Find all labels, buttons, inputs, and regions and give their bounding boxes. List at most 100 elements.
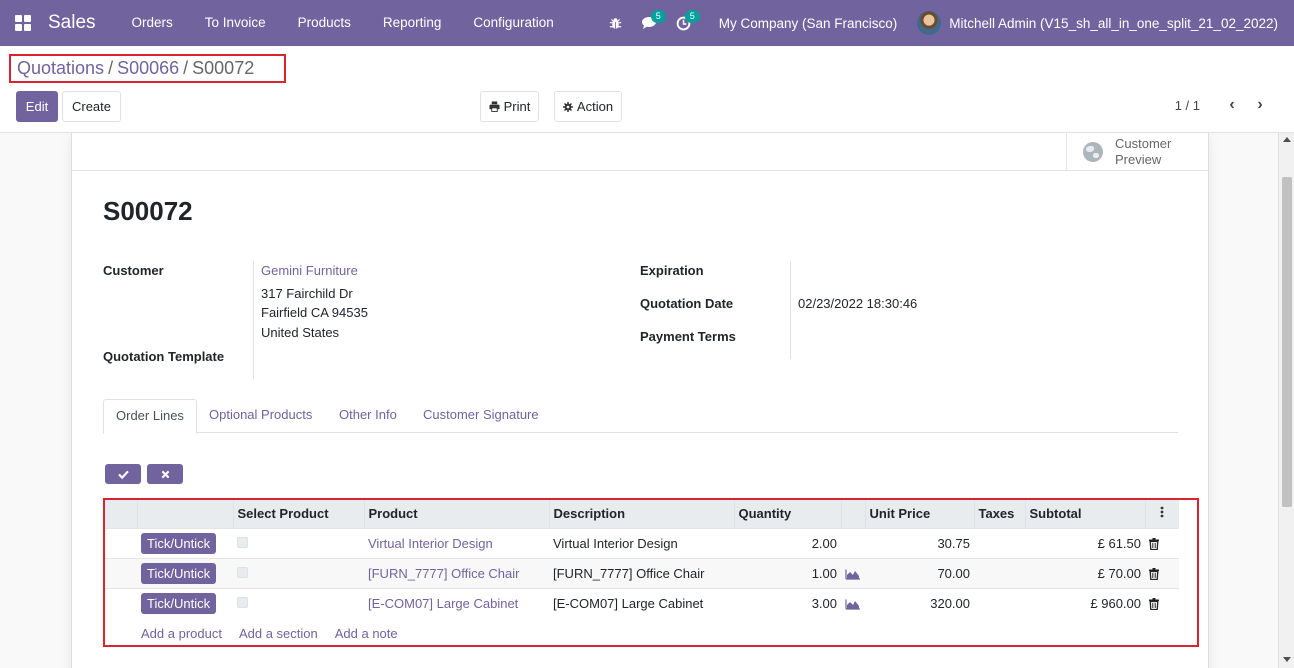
taxes-cell[interactable] [974,587,1025,618]
breadcrumb-separator: / [108,58,114,78]
unit-price-cell[interactable]: 320.00 [865,587,974,618]
messages-icon[interactable]: 5 [633,0,667,46]
customer-address-city: Fairfield CA 94535 [261,305,368,320]
pager-previous-icon[interactable]: ‹ [1218,96,1246,114]
subtotal-cell: £ 960.00 [1025,587,1145,618]
scroll-up-arrow-icon[interactable] [1283,137,1291,142]
taxes-cell[interactable] [974,527,1025,558]
subtotal-column-header[interactable]: Subtotal [1024,500,1145,528]
area-chart-icon[interactable] [845,599,860,610]
area-chart-icon[interactable] [845,569,860,580]
table-header-row: Select Product Product Description Quant… [105,500,1179,528]
product-cell[interactable]: [E-COM07] Large Cabinet [364,587,549,618]
expiration-field[interactable] [798,261,1098,281]
unit-price-column-header[interactable]: Unit Price [864,500,974,528]
menu-to-invoice[interactable]: To Invoice [189,0,282,46]
add-product-link[interactable]: Add a product [141,626,222,641]
unit-price-cell[interactable]: 30.75 [865,527,974,558]
description-cell[interactable]: [FURN_7777] Office Chair [549,557,734,588]
add-note-link[interactable]: Add a note [335,626,398,641]
trash-icon[interactable] [1149,538,1159,551]
unselect-all-button[interactable] [147,464,183,484]
description-column-header[interactable]: Description [548,500,734,528]
taxes-column-header[interactable]: Taxes [973,500,1025,528]
product-cell[interactable]: Virtual Interior Design [364,527,549,558]
select-product-column-header[interactable]: Select Product [232,500,364,528]
tick-untick-button[interactable]: Tick/Untick [141,532,217,554]
scroll-down-arrow-icon[interactable] [1283,657,1291,662]
table-row[interactable]: Tick/Untick Virtual Interior Design Virt… [105,527,1179,558]
trash-icon[interactable] [1149,568,1159,581]
edit-button[interactable]: Edit [16,91,58,122]
breadcrumb-s00066[interactable]: S00066 [117,58,179,79]
trash-icon[interactable] [1149,598,1159,611]
apps-menu-icon[interactable] [0,0,46,46]
user-menu[interactable]: Mitchell Admin (V15_sh_all_in_one_split_… [949,16,1294,31]
pager-next-icon[interactable]: › [1246,96,1274,114]
vertical-dots-icon [1160,506,1164,518]
quotation-template-field[interactable] [261,347,561,367]
top-navbar: Sales Orders To Invoice Products Reporti… [0,0,1294,46]
row-handle [105,587,137,618]
quantity-column-header[interactable]: Quantity [733,500,841,528]
page-scrollbar[interactable] [1278,133,1294,668]
table-row[interactable]: Tick/Untick [FURN_7777] Office Chair [FU… [105,557,1179,588]
globe-icon [1083,142,1103,162]
product-cell[interactable]: [FURN_7777] Office Chair [364,557,549,588]
control-panel: Quotations / S00066 / S00072 Edit Create… [0,46,1294,133]
row-select-cell [233,557,364,588]
description-cell[interactable]: [E-COM07] Large Cabinet [549,587,734,618]
forecast-cell [841,527,865,558]
breadcrumb-quotations[interactable]: Quotations [17,58,104,79]
customer-link[interactable]: Gemini Furniture [261,263,358,278]
customer-preview-button[interactable]: Customer Preview [1066,133,1208,171]
customer-label: Customer [103,263,164,278]
print-button[interactable]: Print [480,91,539,122]
create-button[interactable]: Create [62,91,121,122]
select-product-checkbox[interactable] [237,536,248,548]
action-button[interactable]: Action [554,91,622,122]
row-handle [105,527,137,558]
tab-customer-signature[interactable]: Customer Signature [411,399,551,433]
tick-untick-button[interactable]: Tick/Untick [141,592,217,614]
quantity-cell[interactable]: 2.00 [734,527,841,558]
description-cell[interactable]: Virtual Interior Design [549,527,734,558]
forecast-cell [841,557,865,588]
select-product-checkbox[interactable] [237,566,248,578]
taxes-cell[interactable] [974,557,1025,588]
menu-orders[interactable]: Orders [116,0,189,46]
order-lines-table-container: Select Product Product Description Quant… [103,498,1199,647]
quotation-date-value: 02/23/2022 18:30:46 [798,296,918,311]
menu-configuration[interactable]: Configuration [457,0,569,46]
notebook-tabs: Order Lines Optional Products Other Info… [103,399,1178,434]
table-row[interactable]: Tick/Untick [E-COM07] Large Cabinet [E-C… [105,587,1179,618]
optional-columns-toggle[interactable] [1144,500,1179,528]
row-select-cell [233,587,364,618]
menu-products[interactable]: Products [282,0,367,46]
tab-order-lines[interactable]: Order Lines [103,399,197,434]
select-product-checkbox[interactable] [237,596,248,608]
breadcrumb-current: S00072 [192,58,255,78]
payment-terms-field[interactable] [798,327,1098,347]
user-avatar[interactable] [917,11,942,35]
product-column-header[interactable]: Product [363,500,549,528]
unit-price-cell[interactable]: 70.00 [865,557,974,588]
print-label: Print [503,99,531,114]
activities-badge: 5 [684,10,700,23]
tick-untick-button[interactable]: Tick/Untick [141,562,217,584]
pager-value[interactable]: 1 / 1 [1175,98,1200,113]
scrollbar-thumb[interactable] [1282,177,1292,507]
tab-optional-products[interactable]: Optional Products [197,399,324,433]
add-section-link[interactable]: Add a section [239,626,318,641]
row-handle [105,557,137,588]
select-all-button[interactable] [105,464,141,484]
quantity-cell[interactable]: 1.00 [734,557,841,588]
menu-reporting[interactable]: Reporting [367,0,458,46]
app-name[interactable]: Sales [48,12,96,34]
tab-other-info[interactable]: Other Info [327,399,409,433]
debug-bug-icon[interactable] [599,0,633,46]
company-switcher[interactable]: My Company (San Francisco) [701,16,918,31]
activities-clock-icon[interactable]: 5 [667,0,701,46]
subtotal-cell: £ 70.00 [1025,557,1145,588]
quantity-cell[interactable]: 3.00 [734,587,841,618]
